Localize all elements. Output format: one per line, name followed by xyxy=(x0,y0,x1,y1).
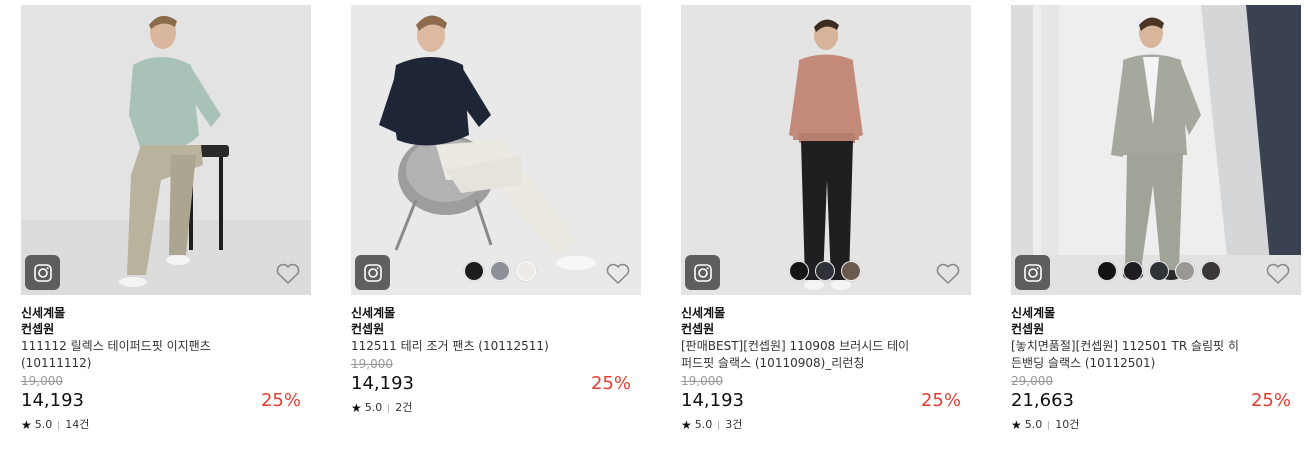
sale-price: 21,663 xyxy=(1011,390,1074,411)
product-image[interactable] xyxy=(1011,5,1301,295)
product-image[interactable] xyxy=(351,5,641,295)
original-price: 19,000 xyxy=(681,374,723,388)
original-price: 29,000 xyxy=(1011,374,1053,388)
color-swatches xyxy=(464,261,536,281)
product-card[interactable]: 신세계몰 컨셉원 [놓치면품절][컨셉원] 112501 TR 슬림핏 히든밴딩… xyxy=(1011,5,1301,432)
rating-summary: ★ 5.0 14건 xyxy=(21,418,311,432)
rating-summary: ★ 5.0 2건 xyxy=(351,401,641,415)
product-card[interactable]: 신세계몰 컨셉원 111112 릴렉스 테이퍼드핏 이지팬츠 (10111112… xyxy=(21,5,311,432)
product-name[interactable]: 111112 릴렉스 테이퍼드핏 이지팬츠 (10111112) xyxy=(21,338,256,372)
model-photo xyxy=(1011,5,1301,295)
sale-price: 14,193 xyxy=(681,390,744,411)
product-card[interactable]: 신세계몰 컨셉원 [판매BEST][컨셉원] 110908 브러시드 테이퍼드핏… xyxy=(681,5,971,432)
product-maker: 컨셉원 xyxy=(681,322,715,336)
product-maker: 컨셉원 xyxy=(351,322,385,336)
color-swatch[interactable] xyxy=(490,261,510,281)
product-brand[interactable]: 신세계몰 xyxy=(681,305,971,321)
wishlist-heart-icon[interactable] xyxy=(275,262,301,286)
product-brand[interactable]: 신세계몰 xyxy=(1011,305,1301,321)
rating-value: 5.0 xyxy=(1024,418,1043,431)
original-price: 19,000 xyxy=(351,357,393,371)
color-swatch[interactable] xyxy=(1149,261,1169,281)
model-photo xyxy=(21,5,311,295)
product-name[interactable]: [놓치면품절][컨셉원] 112501 TR 슬림핏 히든밴딩 슬랙스 (101… xyxy=(1011,338,1246,372)
discount-rate: 25% xyxy=(590,373,631,394)
star-icon: ★ xyxy=(21,418,32,432)
color-swatch[interactable] xyxy=(464,261,484,281)
rating-value: 5.0 xyxy=(34,418,53,431)
review-count: 2건 xyxy=(395,401,413,414)
rating-value: 5.0 xyxy=(364,401,383,414)
color-swatch[interactable] xyxy=(789,261,809,281)
product-name[interactable]: 112511 테리 조거 팬츠 (10112511) xyxy=(351,338,586,355)
rating-summary: ★ 5.0 10건 xyxy=(1011,418,1301,432)
product-name[interactable]: [판매BEST][컨셉원] 110908 브러시드 테이퍼드핏 슬랙스 (101… xyxy=(681,338,916,372)
instagram-icon[interactable] xyxy=(685,255,720,290)
product-maker: 컨셉원 xyxy=(1011,322,1045,336)
color-swatch[interactable] xyxy=(516,261,536,281)
review-count: 14건 xyxy=(65,418,90,431)
color-swatches xyxy=(789,261,861,281)
wishlist-heart-icon[interactable] xyxy=(1265,262,1291,286)
rating-summary: ★ 5.0 3건 xyxy=(681,418,971,432)
color-swatch[interactable] xyxy=(1123,261,1143,281)
sale-price: 14,193 xyxy=(21,390,84,411)
product-image[interactable] xyxy=(21,5,311,295)
product-brand[interactable]: 신세계몰 xyxy=(351,305,641,321)
star-icon: ★ xyxy=(351,401,362,415)
sale-price: 14,193 xyxy=(351,373,414,394)
star-icon: ★ xyxy=(1011,418,1022,432)
instagram-icon[interactable] xyxy=(1015,255,1050,290)
discount-rate: 25% xyxy=(920,390,961,411)
wishlist-heart-icon[interactable] xyxy=(935,262,961,286)
color-swatch[interactable] xyxy=(1175,261,1195,281)
discount-rate: 25% xyxy=(260,390,301,411)
divider xyxy=(718,420,720,430)
color-swatch[interactable] xyxy=(815,261,835,281)
color-swatch[interactable] xyxy=(1201,261,1221,281)
instagram-icon[interactable] xyxy=(355,255,390,290)
star-icon: ★ xyxy=(681,418,692,432)
divider xyxy=(388,403,390,413)
rating-value: 5.0 xyxy=(694,418,713,431)
color-swatch[interactable] xyxy=(841,261,861,281)
review-count: 3건 xyxy=(725,418,743,431)
wishlist-heart-icon[interactable] xyxy=(605,262,631,286)
divider xyxy=(1048,420,1050,430)
product-image[interactable] xyxy=(681,5,971,295)
review-count: 10건 xyxy=(1055,418,1080,431)
instagram-icon[interactable] xyxy=(25,255,60,290)
product-card[interactable]: 신세계몰 컨셉원 112511 테리 조거 팬츠 (10112511) 19,0… xyxy=(351,5,641,415)
model-photo xyxy=(681,5,971,295)
color-swatch[interactable] xyxy=(1097,261,1117,281)
discount-rate: 25% xyxy=(1250,390,1291,411)
color-swatches xyxy=(1097,261,1221,281)
product-maker: 컨셉원 xyxy=(21,322,55,336)
divider xyxy=(58,420,60,430)
product-brand[interactable]: 신세계몰 xyxy=(21,305,311,321)
model-photo xyxy=(351,5,641,295)
original-price: 19,000 xyxy=(21,374,63,388)
